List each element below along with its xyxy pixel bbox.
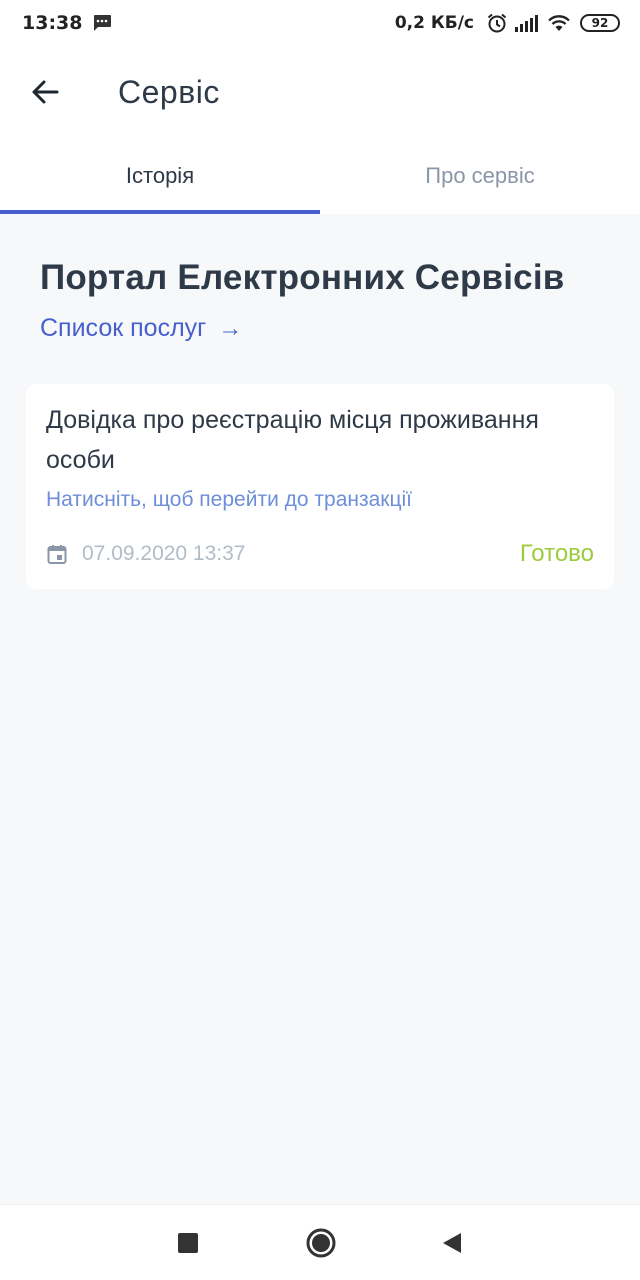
transaction-title: Довідка про реєстрацію місця проживання … <box>46 406 539 474</box>
tab-about-label: Про сервіс <box>425 163 535 188</box>
home-circle-icon <box>306 1228 336 1257</box>
app-bar: Сервіс <box>0 46 640 138</box>
wifi-icon <box>548 15 570 31</box>
services-list-link[interactable]: Список послуг → <box>40 314 242 343</box>
transaction-date-wrap: 07.09.2020 13:37 <box>46 542 246 566</box>
square-icon <box>178 1232 198 1253</box>
tab-history[interactable]: Історія <box>0 138 320 214</box>
network-speed: 0,2 КБ/с <box>394 13 474 33</box>
tab-history-label: Історія <box>125 163 195 188</box>
recent-apps-button[interactable] <box>158 1213 218 1273</box>
tab-about-service[interactable]: Про сервіс <box>320 138 640 214</box>
back-button[interactable] <box>21 68 69 116</box>
system-back-button[interactable] <box>422 1213 482 1273</box>
battery-icon: 92 <box>580 14 620 32</box>
history-content: Портал Електронних Сервісів Список послу… <box>0 214 640 1204</box>
system-nav-bar <box>0 1204 640 1280</box>
back-triangle-icon <box>443 1232 461 1253</box>
transaction-hint: Натисніть, щоб перейти до транзакції <box>46 488 412 511</box>
services-list-label: Список послуг <box>40 314 207 342</box>
arrow-right-icon: → <box>218 314 243 342</box>
tab-bar: Історія Про сервіс <box>0 138 640 214</box>
home-button[interactable] <box>291 1213 351 1273</box>
status-time: 13:38 <box>22 12 83 34</box>
page-title: Сервіс <box>118 73 220 110</box>
status-badge: Готово <box>519 540 594 567</box>
message-icon <box>94 15 112 31</box>
alarm-icon <box>487 13 507 33</box>
status-left: 13:38 <box>22 12 112 34</box>
transaction-date: 07.09.2020 13:37 <box>82 542 246 565</box>
status-bar: 13:38 0,2 КБ/с 92 <box>0 0 640 46</box>
portal-title: Портал Електронних Сервісів <box>40 258 565 297</box>
transaction-meta: 07.09.2020 13:37 Готово <box>46 538 594 570</box>
calendar-icon <box>47 545 67 564</box>
transaction-card[interactable]: Довідка про реєстрацію місця проживання … <box>26 384 614 589</box>
arrow-left-icon <box>32 80 59 104</box>
signal-icon <box>515 15 538 32</box>
status-right: 0,2 КБ/с 92 <box>395 12 620 34</box>
